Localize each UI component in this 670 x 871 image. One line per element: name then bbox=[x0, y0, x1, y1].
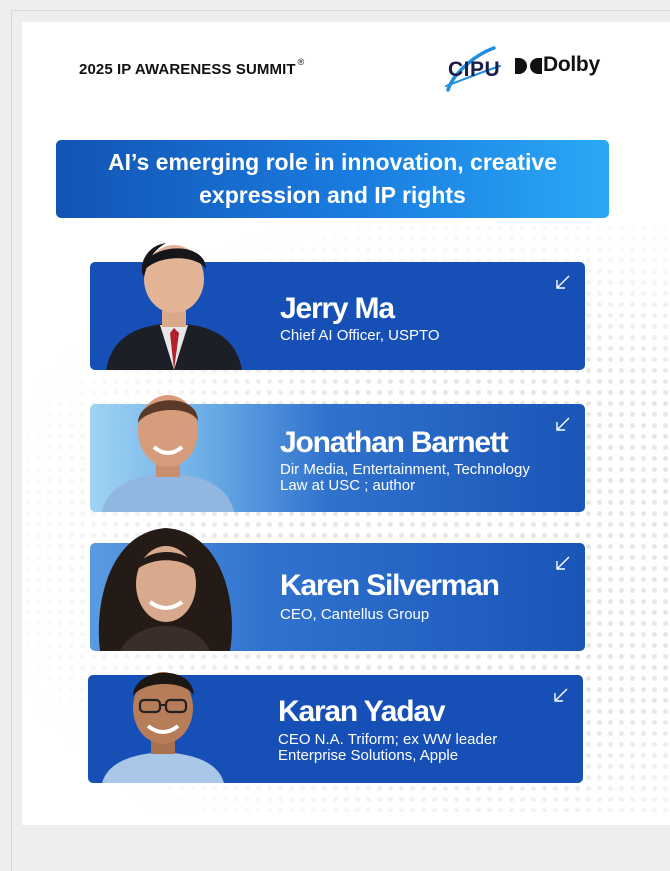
speaker-photo-karan-yadav bbox=[102, 652, 224, 783]
arrow-down-left-icon[interactable] bbox=[553, 687, 569, 703]
frame-top-border bbox=[11, 10, 670, 11]
speaker-role-line-1: Dir Media, Entertainment, Technology bbox=[280, 461, 530, 478]
dolby-logo-text: Dolby bbox=[543, 53, 600, 76]
speaker-name: Karen Silverman bbox=[280, 569, 500, 602]
summit-title: 2025 IP AWARENESS SUMMIT ® bbox=[79, 57, 305, 78]
arrow-down-left-icon[interactable] bbox=[555, 416, 571, 432]
speaker-name: Jerry Ma bbox=[280, 292, 395, 325]
session-title-line-1: AI’s emerging role in innovation, creati… bbox=[107, 149, 558, 175]
speaker-photo-karen-silverman bbox=[90, 522, 240, 651]
speaker-photo-jerry-ma bbox=[106, 229, 242, 370]
summit-title-text: 2025 IP AWARENESS SUMMIT bbox=[79, 61, 296, 78]
speaker-name: Karan Yadav bbox=[278, 695, 446, 728]
dolby-double-d-icon bbox=[515, 58, 542, 74]
speaker-role-line-1: CEO, Cantellus Group bbox=[280, 606, 430, 623]
cipu-logo: CIPU bbox=[442, 46, 504, 94]
session-title-line-2: expression and IP rights bbox=[199, 182, 466, 208]
cipu-logo-text: CIPU bbox=[448, 58, 501, 81]
speaker-role-line-1: CEO N.A. Triform; ex WW leader bbox=[278, 731, 498, 748]
speaker-role-line-2: Law at USC ; author bbox=[280, 477, 416, 494]
frame-left-border bbox=[11, 10, 12, 871]
speaker-name: Jonathan Barnett bbox=[280, 426, 509, 459]
speaker-role-line-2: Enterprise Solutions, Apple bbox=[278, 747, 459, 764]
registered-mark: ® bbox=[297, 57, 305, 67]
session-title-banner: AI’s emerging role in innovation, creati… bbox=[56, 140, 609, 218]
arrow-down-left-icon[interactable] bbox=[555, 555, 571, 571]
speaker-photo-jonathan-barnett bbox=[98, 377, 238, 512]
speaker-role-line-1: Chief AI Officer, USPTO bbox=[280, 327, 440, 344]
arrow-down-left-icon[interactable] bbox=[555, 274, 571, 290]
speaker-poster: 2025 IP AWARENESS SUMMIT ® CIPU Dolby AI’… bbox=[22, 22, 670, 825]
